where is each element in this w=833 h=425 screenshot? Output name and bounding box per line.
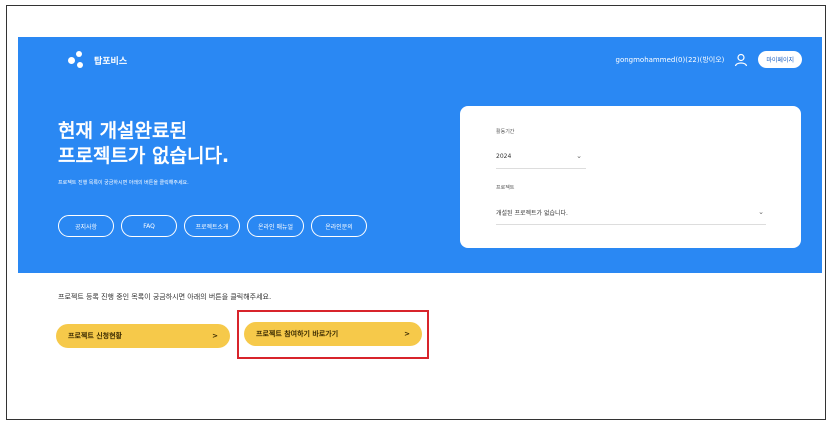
filter-panel: 활동기간 2024 ⌄ 프로젝트 개설된 프로젝트가 없습니다. ⌄ bbox=[460, 106, 801, 248]
logo[interactable]: 탑포비스 bbox=[66, 49, 127, 71]
page-title: 현재 개설완료된 프로젝트가 없습니다. bbox=[58, 119, 229, 169]
chevron-right-icon: > bbox=[212, 332, 218, 340]
title-line-2: 프로젝트가 없습니다. bbox=[58, 145, 230, 167]
quick-links: 공지사항 FAQ 프로젝트소개 온라인 매뉴얼 온라인문의 bbox=[58, 215, 368, 237]
project-status-label: 프로젝트 신청현황 bbox=[68, 332, 122, 340]
project-label: 프로젝트 bbox=[496, 185, 515, 191]
pill-notice[interactable]: 공지사항 bbox=[58, 215, 114, 237]
divider bbox=[496, 168, 586, 169]
period-value: 2024 bbox=[496, 152, 512, 160]
logo-mark-icon bbox=[66, 49, 88, 71]
notice-text: 프로젝트 등록 진행 중인 목록이 궁금하시면 아래의 버튼을 클릭해주세요. bbox=[58, 293, 272, 301]
pill-online-inquiry[interactable]: 온라인문의 bbox=[311, 215, 368, 237]
chevron-down-icon: ⌄ bbox=[576, 152, 582, 160]
chevron-down-icon: ⌄ bbox=[758, 208, 764, 216]
title-line-1: 현재 개설완료된 bbox=[58, 120, 187, 142]
pill-project-intro[interactable]: 프로젝트소개 bbox=[184, 215, 240, 237]
divider bbox=[496, 224, 766, 225]
period-select[interactable]: 2024 ⌄ bbox=[496, 150, 582, 162]
user-icon[interactable] bbox=[734, 53, 748, 67]
pill-faq[interactable]: FAQ bbox=[121, 215, 177, 237]
project-select[interactable]: 개설된 프로젝트가 없습니다. ⌄ bbox=[496, 206, 764, 218]
project-status-button[interactable]: 프로젝트 신청현황 > bbox=[56, 324, 230, 348]
pill-online-manual[interactable]: 온라인 매뉴얼 bbox=[247, 215, 305, 237]
hero-subtitle: 프로젝트 진행 목록이 궁금하시면 아래의 버튼을 클릭해주세요. bbox=[58, 180, 189, 186]
hero-section: 탑포비스 gongmohammed(0)(22)(방이오) 마이페이지 현재 개… bbox=[18, 37, 822, 273]
logo-text: 탑포비스 bbox=[94, 56, 128, 67]
mypage-button[interactable]: 마이페이지 bbox=[758, 51, 802, 68]
user-name: gongmohammed(0)(22)(방이오) bbox=[615, 55, 725, 64]
period-label: 활동기간 bbox=[496, 129, 515, 135]
project-value: 개설된 프로젝트가 없습니다. bbox=[496, 209, 568, 217]
user-area: gongmohammed(0)(22)(방이오) 마이페이지 bbox=[615, 51, 802, 68]
highlight-box bbox=[237, 310, 429, 359]
